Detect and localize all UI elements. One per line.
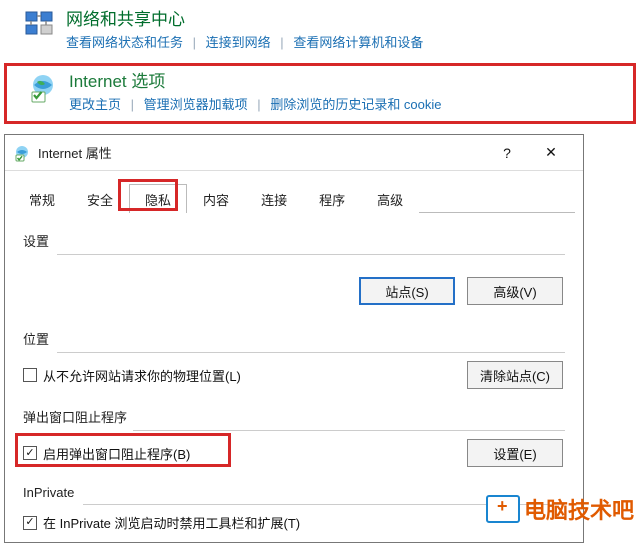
highlight-box-internet-options: Internet 选项 更改主页 | 管理浏览器加载项 | 删除浏览的历史记录和… (4, 63, 636, 124)
cp-link[interactable]: 查看网络状态和任务 (66, 35, 183, 50)
section-location: 位置 (23, 329, 565, 353)
cp-links: 更改主页 | 管理浏览器加载项 | 删除浏览的历史记录和 cookie (69, 94, 442, 113)
tab-general[interactable]: 常规 (13, 184, 71, 213)
checkbox-icon: ✓ (23, 446, 37, 460)
inprivate-checkbox[interactable]: ✓ 在 InPrivate 浏览启动时禁用工具栏和扩展(T) (23, 513, 300, 532)
tab-content[interactable]: 内容 (187, 184, 245, 213)
cp-links: 查看网络状态和任务 | 连接到网络 | 查看网络计算机和设备 (66, 32, 423, 51)
globe-check-icon (13, 144, 31, 162)
checkbox-icon: ✓ (23, 516, 37, 530)
popup-blocker-checkbox[interactable]: ✓ 启用弹出窗口阻止程序(B) (23, 444, 190, 463)
advanced-button[interactable]: 高级(V) (467, 277, 563, 305)
cp-item-network: 网络和共享中心 查看网络状态和任务 | 连接到网络 | 查看网络计算机和设备 (0, 4, 640, 59)
location-checkbox[interactable]: 从不允许网站请求你的物理位置(L) (23, 366, 241, 385)
sites-button[interactable]: 站点(S) (359, 277, 455, 305)
network-icon (24, 10, 56, 42)
tab-connections[interactable]: 连接 (245, 184, 303, 213)
watermark-icon (486, 495, 520, 523)
tab-advanced[interactable]: 高级 (361, 184, 419, 213)
watermark: 电脑技术吧 (486, 493, 634, 525)
dialog-title: Internet 属性 (38, 143, 112, 162)
tabstrip: 常规 安全 隐私 内容 连接 程序 高级 (13, 183, 575, 213)
cp-link[interactable]: 更改主页 (69, 97, 121, 112)
watermark-text: 电脑技术吧 (524, 493, 634, 525)
popup-settings-button[interactable]: 设置(E) (467, 439, 563, 467)
titlebar: Internet 属性 ? ✕ (5, 135, 583, 171)
section-popup: 弹出窗口阻止程序 (23, 407, 565, 431)
section-inprivate: InPrivate (23, 485, 565, 505)
cp-title[interactable]: 网络和共享中心 (66, 10, 423, 30)
checkbox-icon (23, 368, 37, 382)
cp-link[interactable]: 删除浏览的历史记录和 cookie (270, 97, 441, 112)
tab-privacy[interactable]: 隐私 (129, 184, 187, 213)
help-button[interactable]: ? (485, 138, 529, 168)
tab-programs[interactable]: 程序 (303, 184, 361, 213)
cp-link[interactable]: 管理浏览器加载项 (144, 97, 248, 112)
tab-security[interactable]: 安全 (71, 184, 129, 213)
close-button[interactable]: ✕ (529, 138, 573, 168)
internet-options-icon (27, 72, 59, 104)
cp-link[interactable]: 连接到网络 (206, 35, 271, 50)
internet-properties-dialog: Internet 属性 ? ✕ 常规 安全 隐私 内容 连接 程序 高级 设置 … (4, 134, 584, 543)
cp-title[interactable]: Internet 选项 (69, 72, 442, 92)
section-settings: 设置 (23, 231, 565, 255)
cp-link[interactable]: 查看网络计算机和设备 (293, 35, 423, 50)
clear-sites-button[interactable]: 清除站点(C) (467, 361, 563, 389)
cp-item-internet-options: Internet 选项 更改主页 | 管理浏览器加载项 | 删除浏览的历史记录和… (7, 66, 633, 121)
